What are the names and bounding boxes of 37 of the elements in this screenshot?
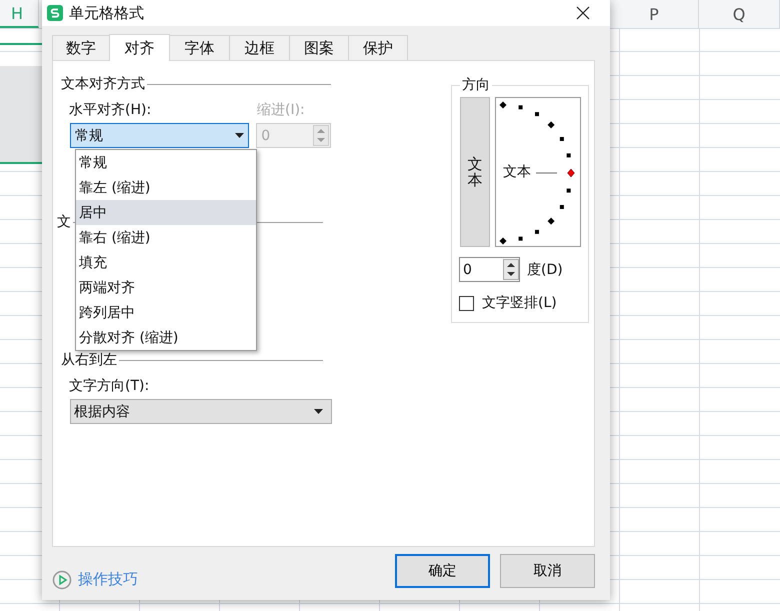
dropdown-option[interactable]: 靠左 (缩进) bbox=[76, 175, 256, 200]
close-icon[interactable] bbox=[576, 6, 590, 20]
field-label: 度(D) bbox=[527, 260, 563, 278]
dropdown-arrow-icon bbox=[314, 409, 323, 414]
section-heading: 文 bbox=[57, 213, 71, 231]
section-heading: 文本对齐方式 bbox=[61, 75, 145, 93]
dropdown-option[interactable]: 靠右 (缩进) bbox=[76, 225, 256, 250]
dropdown-arrow-icon bbox=[235, 133, 244, 138]
spinner-arrows-icon bbox=[503, 259, 519, 280]
field-label: 缩进(I): bbox=[257, 101, 305, 119]
tab[interactable]: 保护 bbox=[348, 35, 408, 60]
dropdown-option[interactable]: 常规 bbox=[76, 150, 256, 175]
checkbox-label: 文字竖排(L) bbox=[482, 294, 557, 312]
vertical-text-button[interactable]: 文本 bbox=[460, 97, 490, 247]
field-label: 水平对齐(H): bbox=[69, 101, 152, 119]
dropdown-option[interactable]: 两端对齐 bbox=[76, 275, 256, 300]
group-heading: 方向 bbox=[460, 76, 492, 94]
column-header[interactable]: Q bbox=[699, 0, 780, 28]
dropdown-option[interactable]: 填充 bbox=[76, 250, 256, 275]
field-label: 文字方向(T): bbox=[69, 377, 150, 395]
section-heading: 从右到左 bbox=[61, 351, 117, 369]
dialog-title: 单元格格式 bbox=[69, 4, 145, 22]
degrees-spinner[interactable]: 0 bbox=[459, 257, 520, 282]
dropdown-option[interactable]: 分散对齐 (缩进) bbox=[76, 325, 256, 350]
horizontal-align-dropdown[interactable]: 常规 bbox=[70, 123, 250, 148]
dial-text: 文本 bbox=[503, 163, 531, 181]
dropdown-option[interactable]: 居中 bbox=[76, 200, 256, 225]
dialog-button[interactable]: 取消 bbox=[500, 554, 595, 588]
checkbox[interactable] bbox=[459, 296, 474, 310]
dropdown-option[interactable]: 跨列居中 bbox=[76, 300, 256, 325]
tab[interactable]: 对齐 bbox=[109, 34, 170, 61]
spinner-arrows-icon bbox=[313, 125, 329, 146]
app-logo-icon bbox=[47, 5, 63, 21]
dialog-button[interactable]: 确定 bbox=[395, 554, 490, 588]
tab[interactable]: 数字 bbox=[52, 35, 110, 60]
play-icon bbox=[52, 570, 72, 590]
text-direction-dropdown[interactable]: 根据内容 bbox=[70, 399, 332, 424]
